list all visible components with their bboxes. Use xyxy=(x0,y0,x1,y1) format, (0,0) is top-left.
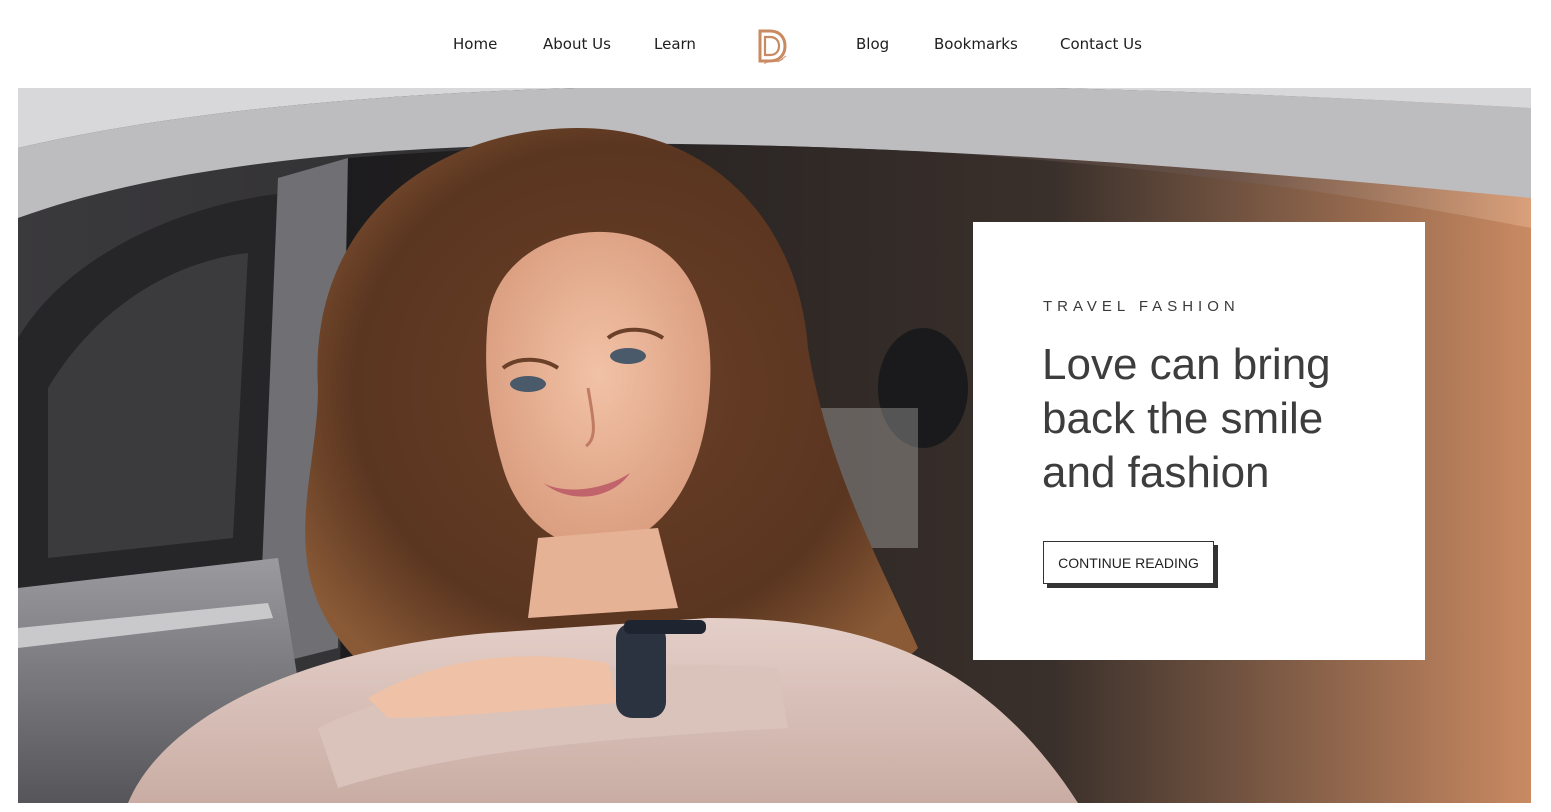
nav-blog-link[interactable]: Blog xyxy=(856,34,889,54)
nav-home-link[interactable]: Home xyxy=(453,34,497,54)
featured-post-card: TRAVEL FASHION Love can bring back the s… xyxy=(973,222,1425,660)
nav-learn-link[interactable]: Learn xyxy=(654,34,696,54)
nav-about-link[interactable]: About Us xyxy=(543,34,611,54)
post-category: TRAVEL FASHION xyxy=(1043,298,1240,315)
hero-banner: TRAVEL FASHION Love can bring back the s… xyxy=(18,88,1531,803)
top-navigation: Home About Us Learn Blog Bookmarks Conta… xyxy=(0,0,1551,88)
d-monogram-logo-icon[interactable] xyxy=(756,28,790,66)
nav-bookmarks-link[interactable]: Bookmarks xyxy=(934,34,1018,54)
continue-reading-button[interactable]: CONTINUE READING xyxy=(1043,541,1214,584)
nav-contact-link[interactable]: Contact Us xyxy=(1060,34,1142,54)
post-headline: Love can bring back the smile and fashio… xyxy=(1042,340,1331,497)
